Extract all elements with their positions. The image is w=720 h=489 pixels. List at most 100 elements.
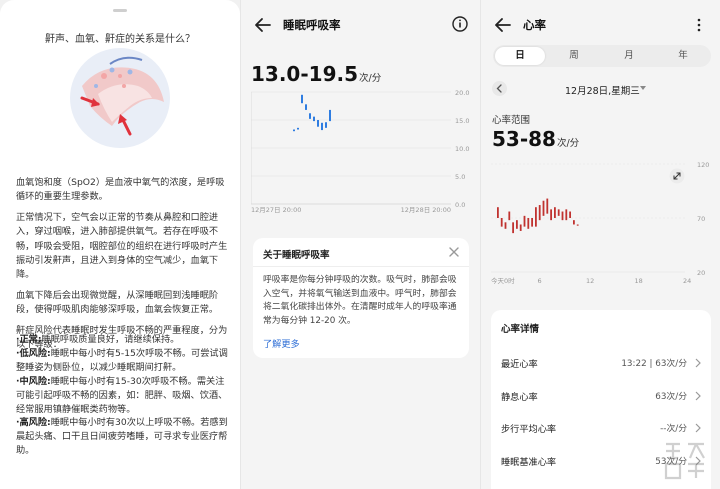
range-bar xyxy=(293,129,295,132)
range-bar xyxy=(305,104,307,110)
heart-rate-range-value: 53-88 xyxy=(492,127,556,151)
range-bar xyxy=(523,215,526,227)
detail-label: 静息心率 xyxy=(501,392,538,403)
breathing-rate-chart: 20.0 15.0 10.0 5.0 0.0 12月27日 20:00 12月28日 20:… xyxy=(251,89,469,214)
range-bar xyxy=(565,209,568,221)
range-bar xyxy=(527,218,530,229)
detail-row-walking[interactable]: 步行平均心率 --次/分 xyxy=(491,416,711,440)
breathing-rate-panel: 睡眠呼吸率 13.0-19.5次/分 20.0 15.0 10.0 5.0 0.0 12月… xyxy=(240,0,480,489)
range-bar xyxy=(317,120,319,127)
chevron-right-icon xyxy=(695,391,701,401)
range-bar xyxy=(546,198,549,214)
range-bar xyxy=(561,211,564,221)
heart-rate-panel: 心率 日 周 月 年 12月28日,星期三 心率范围 53-88次/分 120 7… xyxy=(480,0,720,489)
range-bar xyxy=(309,113,311,119)
close-icon[interactable] xyxy=(447,245,461,259)
range-bar xyxy=(550,209,552,221)
tab-week[interactable]: 周 xyxy=(549,47,599,65)
range-bar xyxy=(301,94,303,104)
previous-day-button[interactable] xyxy=(492,81,507,96)
info-icon[interactable] xyxy=(451,15,469,33)
heart-rate-range-row: 53-88次/分 xyxy=(492,127,579,151)
breathing-rate-value-row: 13.0-19.5次/分 xyxy=(251,62,381,86)
details-title: 心率详情 xyxy=(501,324,540,335)
breathing-rate-value: 13.0-19.5 xyxy=(251,62,358,86)
risk-level-name: ·低风险: xyxy=(16,347,51,359)
info-paragraph: 血氧下降后会出现微觉醒，从深睡眠回到浅睡眠阶段，使得呼吸肌肉能够深呼吸，血氧会恢… xyxy=(16,289,219,316)
y-tick-label: 20.0 xyxy=(455,89,469,97)
divider xyxy=(253,266,469,267)
risk-level-name: ·中风险: xyxy=(16,375,51,387)
detail-value: 13:22 | 63次/分 xyxy=(621,359,687,369)
page-title: 心率 xyxy=(523,18,546,32)
range-bar xyxy=(297,127,299,130)
x-tick-label: 12月27日 20:00 xyxy=(251,206,301,214)
airway-illustration xyxy=(70,48,170,148)
range-bar xyxy=(542,200,545,216)
range-bar xyxy=(538,205,541,221)
watermark-logo xyxy=(664,442,705,480)
range-bar xyxy=(497,207,499,218)
tab-month[interactable]: 月 xyxy=(604,47,654,65)
chevron-right-icon xyxy=(695,358,701,368)
x-tick-label: 12月28日 20:00 xyxy=(401,206,451,214)
risk-level-item: ·低风险:睡眠中每小时有5-15次呼吸不畅。可尝试调整睡姿为侧卧位，以减少睡眠期… xyxy=(16,347,230,375)
learn-more-link[interactable]: 了解更多 xyxy=(263,336,300,350)
more-options-icon[interactable] xyxy=(696,18,702,32)
risk-level-name: ·正常: xyxy=(16,334,42,345)
top-bar: 睡眠呼吸率 xyxy=(241,0,480,50)
detail-row-resting[interactable]: 静息心率 63次/分 xyxy=(491,384,711,408)
y-tick-label: 10.0 xyxy=(455,145,469,153)
tab-day[interactable]: 日 xyxy=(495,47,545,65)
range-bar xyxy=(329,109,331,122)
range-bar xyxy=(576,224,579,226)
risk-level-item: ·高风险:睡眠中每小时有30次以上呼吸不畅。若感到晨起头痛、口干且日间疲劳嗜睡，… xyxy=(16,416,230,458)
detail-value: 63次/分 xyxy=(655,392,687,402)
y-tick-label: 5.0 xyxy=(455,173,465,181)
range-bar xyxy=(573,220,575,225)
sheet-drag-handle[interactable] xyxy=(113,9,127,12)
detail-label: 睡眠基准心率 xyxy=(501,457,557,468)
y-tick-label: 20 xyxy=(697,269,705,277)
x-tick-label: 12 xyxy=(586,277,594,285)
y-tick-label: 15.0 xyxy=(455,117,469,125)
range-bar xyxy=(321,122,323,131)
expand-icon[interactable] xyxy=(669,168,685,184)
risk-level-item: ·中风险:睡眠中每小时有15-30次呼吸不畅。需关注可能引起呼吸不畅的因素，如：… xyxy=(16,375,230,417)
page-title: 睡眠呼吸率 xyxy=(283,18,341,32)
detail-label: 步行平均心率 xyxy=(501,424,557,435)
range-bar xyxy=(500,218,503,227)
detail-row-latest[interactable]: 最近心率 13:22 | 63次/分 xyxy=(491,351,711,375)
chevron-right-icon xyxy=(695,423,701,433)
x-tick-label: 18 xyxy=(635,277,643,285)
detail-value: --次/分 xyxy=(660,424,687,434)
back-arrow-icon[interactable] xyxy=(493,15,513,35)
range-bar xyxy=(554,207,556,218)
about-breathing-rate-card: 关于睡眠呼吸率 呼吸率是你每分钟呼吸的次数。吸气时，肺部会吸入空气，并将氧气输送… xyxy=(253,238,469,358)
period-tabs: 日 周 月 年 xyxy=(493,45,711,67)
range-bar xyxy=(504,222,507,229)
top-bar: 心率 xyxy=(481,0,720,50)
risk-level-list: ·正常:睡眠呼吸质量良好，请继续保持。 ·低风险:睡眠中每小时有5-15次呼吸不… xyxy=(16,333,230,458)
y-tick-label: 0.0 xyxy=(455,201,465,209)
y-tick-label: 70 xyxy=(697,215,705,223)
info-body: 血氧饱和度（SpO2）是血液中氧气的浓度，是呼吸循环的重要生理参数。 正常情况下… xyxy=(16,176,228,358)
range-bar xyxy=(531,218,533,227)
range-bar xyxy=(313,116,315,122)
heart-rate-range-unit: 次/分 xyxy=(556,138,580,149)
risk-level-name: ·高风险: xyxy=(16,417,51,429)
x-tick-label: 今天0时 xyxy=(491,276,515,285)
y-tick-label: 120 xyxy=(697,161,709,169)
x-tick-label: 24 xyxy=(683,277,691,285)
card-title: 关于睡眠呼吸率 xyxy=(263,250,330,261)
back-arrow-icon[interactable] xyxy=(253,15,273,35)
date-dropdown-caret-icon[interactable] xyxy=(640,86,646,90)
info-paragraph: 正常情况下，空气会以正常的节奏从鼻腔和口腔进入，穿过咽喉，进入肺部提供氧气。若存… xyxy=(16,211,228,281)
range-bar xyxy=(512,222,514,234)
detail-label: 最近心率 xyxy=(501,359,538,370)
tab-year[interactable]: 年 xyxy=(658,47,708,65)
date-label[interactable]: 12月28日,星期三 xyxy=(565,83,640,97)
card-body: 呼吸率是你每分钟呼吸的次数。吸气时，肺部会吸入空气，并将氧气输送到血液中。呼气时… xyxy=(263,275,457,326)
risk-level-text: 睡眠呼吸质量良好，请继续保持。 xyxy=(41,334,180,345)
snoring-info-panel: 鼾声、血氧、鼾症的关系是什么？ 血氧饱和度（SpO2）是血液中氧气的浓度，是呼吸… xyxy=(0,0,240,489)
